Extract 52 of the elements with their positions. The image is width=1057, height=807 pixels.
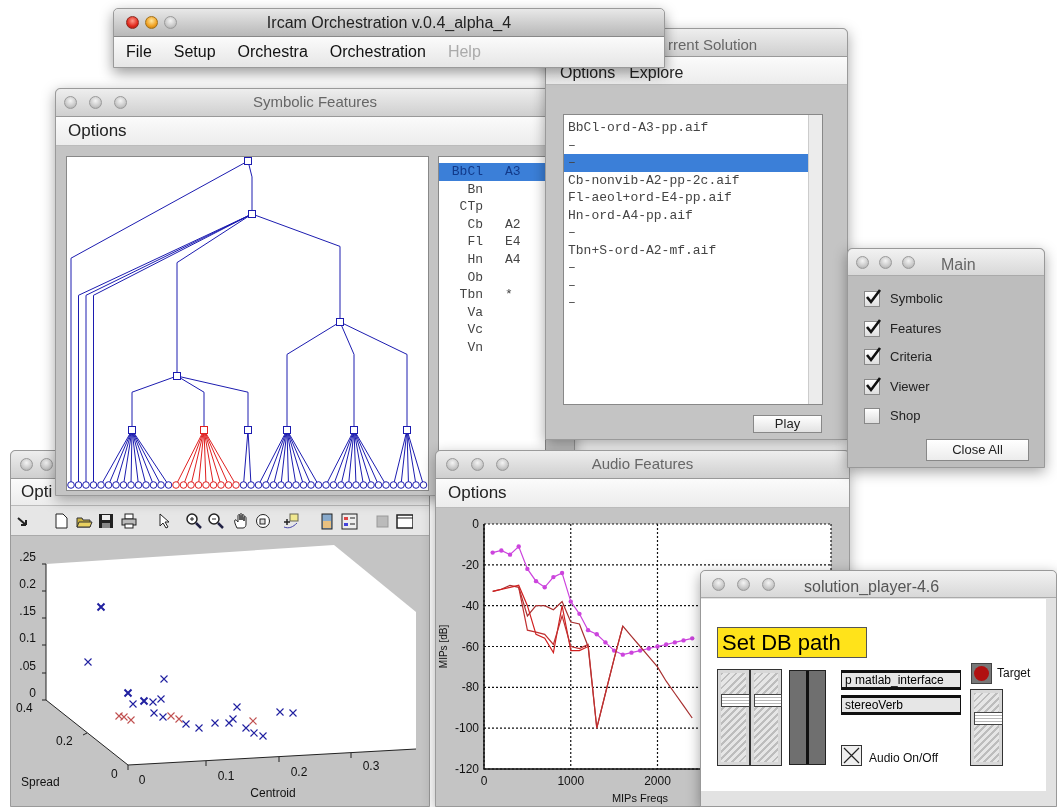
axis-tick-label: 0.4 <box>16 701 33 715</box>
window-title: Symbolic Features <box>252 92 378 113</box>
window-title: solution_player-4.6 <box>804 577 940 597</box>
axis-tick-label: 0 <box>111 767 118 781</box>
window-title: Main <box>941 255 976 275</box>
instrument-name: Ob <box>466 268 483 287</box>
instrument-name: Va <box>466 303 483 322</box>
toggle-label: Audio On/Off <box>869 750 939 767</box>
axis-tick-label: 0.2 <box>19 577 36 591</box>
menu-item: Help <box>447 42 481 62</box>
instrument-name: Bn <box>466 180 483 199</box>
axis-tick-label: 2000 <box>644 774 671 788</box>
note-value: A4 <box>505 251 521 269</box>
instrument-name: Vc <box>466 321 483 340</box>
axis-tick-label: -100 <box>454 721 479 736</box>
instrument-name: Vn <box>466 339 483 357</box>
axis-label: Spread <box>21 775 60 789</box>
axis-tick-label: 0 <box>472 517 479 531</box>
axis-tick-label: .05 <box>19 659 36 673</box>
axis-tick-label: 1000 <box>557 774 585 788</box>
target-label: Target <box>997 665 1031 682</box>
axis-tick-label: 0.2 <box>56 734 73 748</box>
instrument-name: Tbn <box>458 286 483 305</box>
note-value: E4 <box>505 233 521 252</box>
instrument-name: Cb <box>466 215 483 234</box>
axis-tick-label: -60 <box>461 639 479 654</box>
axis-tick-label: 0.3 <box>362 759 380 773</box>
instrument-name: CTp <box>458 198 483 217</box>
window-title: Ircam Orchestration v.0.4_alpha_4 <box>266 12 512 33</box>
instrument-name: Fl <box>466 233 483 252</box>
axis-tick-label: 0.1 <box>217 769 235 783</box>
axis-label: MIPs [dB] <box>438 624 449 669</box>
instrument-name: BbCl <box>450 163 483 182</box>
axis-tick-label: 0 <box>480 774 488 788</box>
note-value: A3 <box>505 163 521 182</box>
window-title: rrent Solution <box>668 35 758 55</box>
axis-label: MIPs Freqs <box>611 792 669 804</box>
note-value: * <box>505 286 513 305</box>
window-title: Audio Features <box>591 454 694 475</box>
axis-tick-label: .15 <box>19 604 36 618</box>
axis-tick-label: 0.1 <box>19 631 36 645</box>
axis-tick-label: 0 <box>29 686 36 700</box>
axis-tick-label: -80 <box>461 680 479 695</box>
instrument-name: Hn <box>466 251 483 269</box>
axis-tick-label: .25 <box>19 550 36 564</box>
axis-tick-label: -120 <box>454 762 479 776</box>
axis-label: Centroid <box>250 786 296 800</box>
note-value: A2 <box>505 215 521 234</box>
axis-tick-label: 0 <box>138 773 146 787</box>
axis-tick-label: -20 <box>461 557 479 572</box>
axis-tick-label: 0.2 <box>290 765 308 779</box>
axis-tick-label: -40 <box>461 598 479 613</box>
